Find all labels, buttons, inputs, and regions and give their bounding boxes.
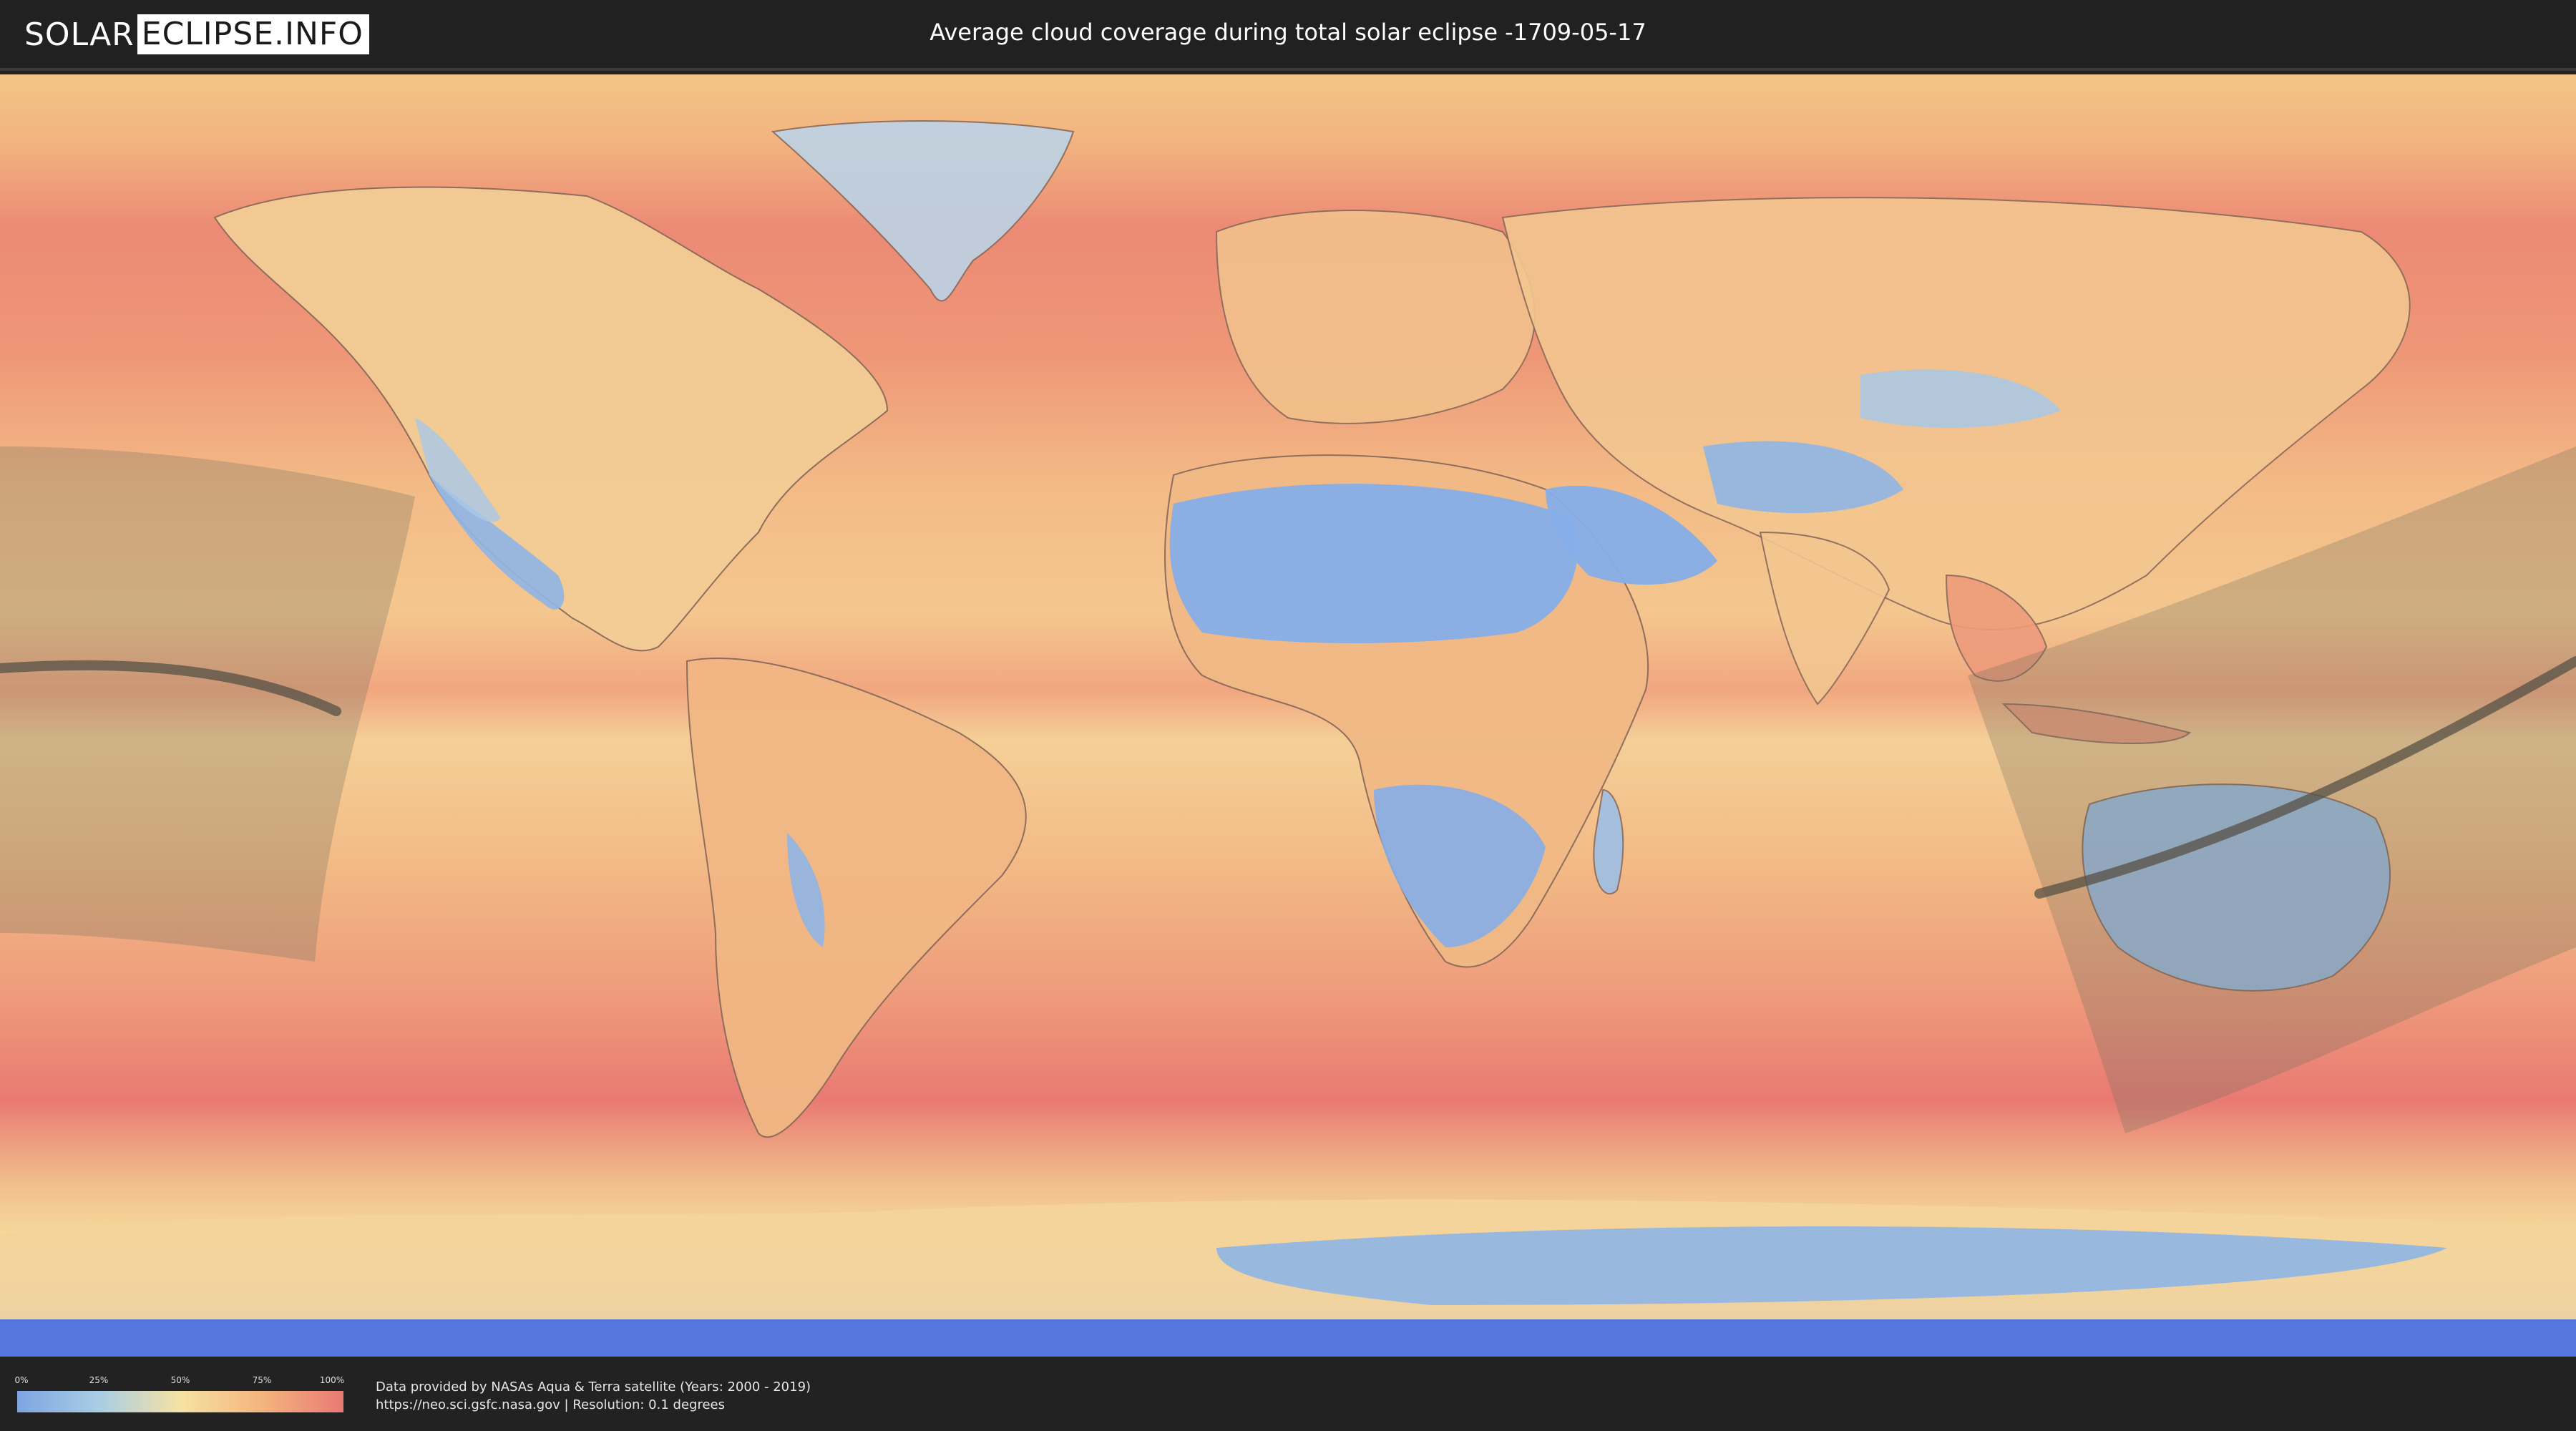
legend-tick-75: 75%	[252, 1375, 272, 1385]
map-bottom-edge	[0, 1319, 2576, 1357]
legend-tick-100: 100%	[319, 1375, 345, 1385]
legend-tick-50: 50%	[170, 1375, 190, 1385]
legend-tick-25: 25%	[89, 1375, 109, 1385]
cloud-coverage-map	[0, 74, 2576, 1357]
credits-line-1: Data provided by NASAs Aqua & Terra sate…	[376, 1379, 811, 1395]
europe-landmass	[1215, 210, 1536, 424]
data-credits: Data provided by NASAs Aqua & Terra sate…	[376, 1378, 811, 1414]
header-bar: SOLAR ECLIPSE.INFO Average cloud coverag…	[0, 0, 2576, 71]
legend-color-bar	[17, 1391, 343, 1412]
credits-line-2: https://neo.sci.gsfc.nasa.gov | Resoluti…	[376, 1397, 725, 1412]
legend-tick-0: 0%	[14, 1375, 29, 1385]
footer-bar: 0% 25% 50% 75% 100% Data provided by NAS…	[0, 1357, 2576, 1431]
sahara-dry-region	[1169, 484, 1579, 643]
page-title: Average cloud coverage during total sola…	[930, 19, 1646, 46]
